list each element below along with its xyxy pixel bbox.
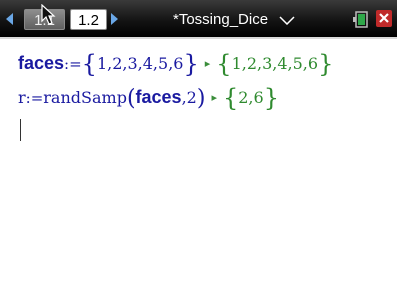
chevron-down-icon[interactable] <box>279 16 295 25</box>
close-brace: } <box>183 50 199 78</box>
title-bar: 1.1 1.2 *Tossing_Dice <box>0 0 397 37</box>
variable-name: faces <box>18 53 65 73</box>
result-value: {1,2,3,4,5,6} <box>216 50 334 78</box>
result-values: 1,2,3,4,5,6 <box>231 54 319 73</box>
open-brace: { <box>81 50 97 78</box>
open-paren: ( <box>126 86 136 111</box>
assign-operator: := <box>64 55 82 73</box>
function-argument: faces <box>135 87 182 107</box>
tab-1-2[interactable]: 1.2 <box>70 9 107 30</box>
document-title[interactable]: *Tossing_Dice <box>173 10 268 30</box>
calc-entry[interactable]: r:=randSamp(faces,2) ▸ {2,6} <box>18 84 279 112</box>
result-arrow-icon: ▸ <box>204 57 211 70</box>
variable-name: r <box>18 88 26 107</box>
function-argument-extra: ,2 <box>181 88 197 107</box>
text-cursor[interactable] <box>20 119 21 141</box>
calc-entry[interactable]: faces:={1,2,3,4,5,6} ▸ {1,2,3,4,5,6} <box>18 50 333 78</box>
close-paren: ) <box>196 86 206 111</box>
calculator-history[interactable]: faces:={1,2,3,4,5,6} ▸ {1,2,3,4,5,6} r:=ra… <box>0 39 397 291</box>
calculator-screen: 1.1 1.2 *Tossing_Dice faces:={1,2,3,4,5,… <box>0 0 397 291</box>
close-icon <box>379 13 389 23</box>
right-arrow-icon[interactable] <box>111 13 118 25</box>
assign-operator: := <box>25 89 44 107</box>
function-name: randSamp <box>43 88 127 107</box>
battery-icon <box>353 11 368 28</box>
input-values: 1,2,3,4,5,6 <box>96 54 184 73</box>
result-arrow-icon: ▸ <box>211 91 217 104</box>
result-value: {2,6} <box>222 84 279 112</box>
left-arrow-icon[interactable] <box>6 13 13 25</box>
close-button[interactable] <box>376 10 392 27</box>
result-values: 2,6 <box>238 88 264 107</box>
mouse-pointer-icon <box>41 4 56 25</box>
